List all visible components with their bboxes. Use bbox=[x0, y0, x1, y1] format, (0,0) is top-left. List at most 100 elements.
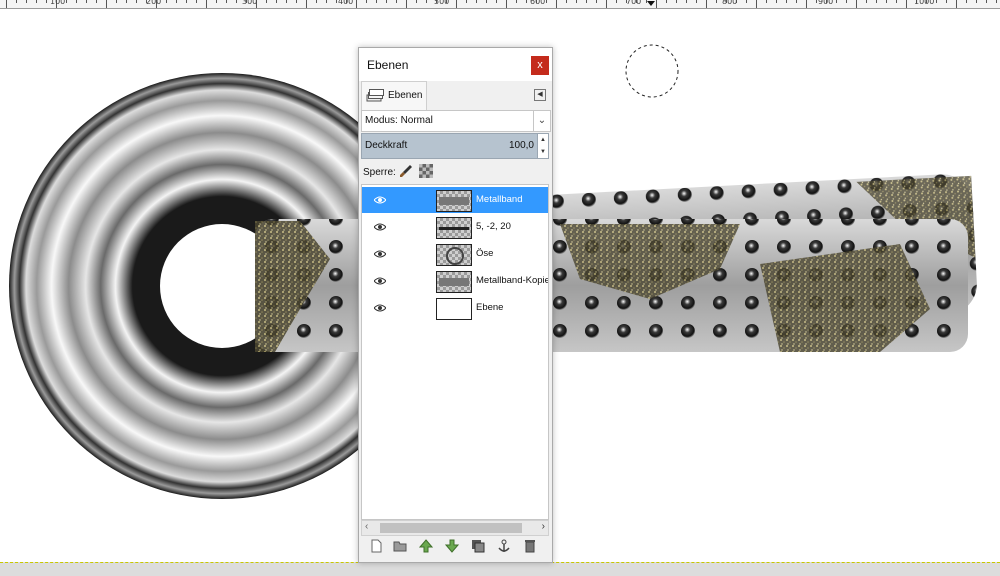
ruler-label: 600 bbox=[530, 0, 546, 6]
ruler-tick bbox=[316, 0, 317, 3]
ruler-tick bbox=[206, 0, 207, 8]
layer-name[interactable]: Ebene bbox=[476, 302, 503, 313]
duplicate-layer-icon[interactable] bbox=[471, 539, 485, 553]
opacity-slider[interactable]: Deckkraft 100,0 bbox=[361, 133, 539, 159]
ruler-tick bbox=[746, 0, 747, 3]
ruler-label: 100 bbox=[50, 0, 66, 6]
ruler-tick bbox=[766, 0, 767, 3]
ruler-tick bbox=[986, 0, 987, 3]
ruler-tick bbox=[966, 0, 967, 3]
delete-layer-icon[interactable] bbox=[523, 539, 537, 553]
opacity-label: Deckkraft bbox=[365, 140, 408, 151]
new-layer-icon[interactable] bbox=[369, 539, 383, 553]
ruler-tick bbox=[686, 0, 687, 3]
ruler-tick bbox=[266, 0, 267, 3]
close-button[interactable]: x bbox=[531, 56, 549, 75]
ruler-tick bbox=[976, 0, 977, 3]
layer-row[interactable]: Metallband-Kopie bbox=[362, 268, 548, 294]
dialog-titlebar[interactable]: Ebenen x bbox=[359, 48, 552, 81]
layer-row[interactable]: Ebene bbox=[362, 295, 548, 321]
ruler-tick bbox=[486, 0, 487, 3]
ruler-tick bbox=[196, 0, 197, 3]
ruler-tick bbox=[886, 0, 887, 3]
ruler-tick bbox=[216, 0, 217, 3]
ruler-label: 900 bbox=[818, 0, 834, 6]
opacity-value[interactable]: 100,0 bbox=[509, 140, 534, 151]
horizontal-scrollbar[interactable]: ‹ › bbox=[361, 520, 549, 536]
ruler-tick bbox=[496, 0, 497, 3]
ruler-tick bbox=[336, 0, 337, 3]
scrollbar-thumb[interactable] bbox=[380, 523, 522, 533]
ruler-tick bbox=[506, 0, 507, 8]
layer-name[interactable]: Metallband bbox=[476, 194, 522, 205]
ruler-tick bbox=[906, 0, 907, 8]
canvas-bottom-edge bbox=[0, 562, 1000, 576]
eye-icon[interactable] bbox=[374, 277, 386, 285]
opacity-spin-buttons[interactable]: ▲ ▼ bbox=[537, 133, 549, 159]
ruler-tick bbox=[576, 0, 577, 3]
ruler-label: 200 bbox=[146, 0, 162, 6]
ruler-tick bbox=[26, 0, 27, 3]
ruler-tick bbox=[36, 0, 37, 3]
tab-layers[interactable]: Ebenen bbox=[361, 81, 427, 110]
ruler-tick bbox=[586, 0, 587, 3]
lock-alpha-checker-icon[interactable] bbox=[419, 164, 433, 178]
layer-thumbnail bbox=[436, 190, 472, 212]
ruler-tick bbox=[66, 0, 67, 3]
ruler-tick bbox=[476, 0, 477, 3]
ruler-tick bbox=[396, 0, 397, 3]
mode-select[interactable]: Modus: Normal ⌄ bbox=[361, 110, 551, 132]
ruler-tick bbox=[376, 0, 377, 3]
ruler-tick bbox=[956, 0, 957, 8]
eye-icon[interactable] bbox=[374, 196, 386, 204]
ruler-pointer-marker bbox=[647, 1, 655, 6]
layer-thumbnail bbox=[436, 217, 472, 239]
chevron-down-icon[interactable]: ⌄ bbox=[533, 111, 550, 131]
ruler-tick bbox=[166, 0, 167, 3]
layer-row[interactable]: Öse bbox=[362, 241, 548, 267]
ruler-tick bbox=[276, 0, 277, 3]
ruler-tick bbox=[896, 0, 897, 3]
ruler-label: 500 bbox=[434, 0, 450, 6]
lock-row: Sperre: bbox=[361, 162, 549, 182]
layer-name[interactable]: 5, -2, 20 bbox=[476, 221, 511, 232]
ruler-tick bbox=[186, 0, 187, 3]
layers-toolbar bbox=[361, 536, 547, 558]
ruler-tick bbox=[606, 0, 607, 8]
ruler-tick bbox=[646, 0, 647, 3]
layer-row[interactable]: Metallband bbox=[362, 187, 548, 213]
layer-row[interactable]: 5, -2, 20 bbox=[362, 214, 548, 240]
ruler-tick bbox=[696, 0, 697, 3]
layers-dialog[interactable]: Ebenen x Ebenen ◀ Modus: Normal ⌄ Deckkr… bbox=[358, 47, 553, 563]
eye-icon[interactable] bbox=[374, 223, 386, 231]
lower-layer-icon[interactable] bbox=[445, 539, 459, 553]
tab-row: Ebenen ◀ bbox=[359, 81, 552, 110]
tab-menu-button[interactable]: ◀ bbox=[534, 89, 546, 101]
ruler-tick bbox=[706, 0, 707, 8]
tab-layers-label: Ebenen bbox=[388, 90, 423, 101]
layer-name[interactable]: Metallband-Kopie bbox=[476, 275, 548, 286]
opacity-control[interactable]: Deckkraft 100,0 ▲ ▼ bbox=[361, 133, 549, 159]
raise-layer-icon[interactable] bbox=[419, 539, 433, 553]
eye-icon[interactable] bbox=[374, 304, 386, 312]
scroll-left-icon[interactable]: ‹ bbox=[365, 521, 368, 532]
ruler-label: 1000 bbox=[914, 0, 935, 6]
ruler-tick bbox=[566, 0, 567, 3]
anchor-layer-icon[interactable] bbox=[497, 539, 511, 553]
ruler-tick bbox=[126, 0, 127, 3]
eye-icon[interactable] bbox=[374, 250, 386, 258]
ruler-tick bbox=[176, 0, 177, 3]
layer-name[interactable]: Öse bbox=[476, 248, 493, 259]
ruler-tick bbox=[356, 0, 357, 8]
ruler-tick bbox=[656, 0, 657, 8]
layers-list[interactable]: Metallband 5, -2, 20 Öse Metallband-Kopie Eb… bbox=[361, 184, 549, 520]
horizontal-ruler[interactable]: 100 200 300 400 500 600 700 800 900 1000 bbox=[0, 0, 1000, 9]
new-group-icon[interactable] bbox=[393, 539, 407, 553]
ruler-tick bbox=[416, 0, 417, 3]
ruler-tick bbox=[466, 0, 467, 3]
ruler-tick bbox=[596, 0, 597, 3]
scroll-right-icon[interactable]: › bbox=[542, 521, 545, 532]
lock-pixels-brush-icon[interactable] bbox=[399, 164, 413, 178]
ruler-tick bbox=[856, 0, 857, 8]
ruler-tick bbox=[6, 0, 7, 8]
